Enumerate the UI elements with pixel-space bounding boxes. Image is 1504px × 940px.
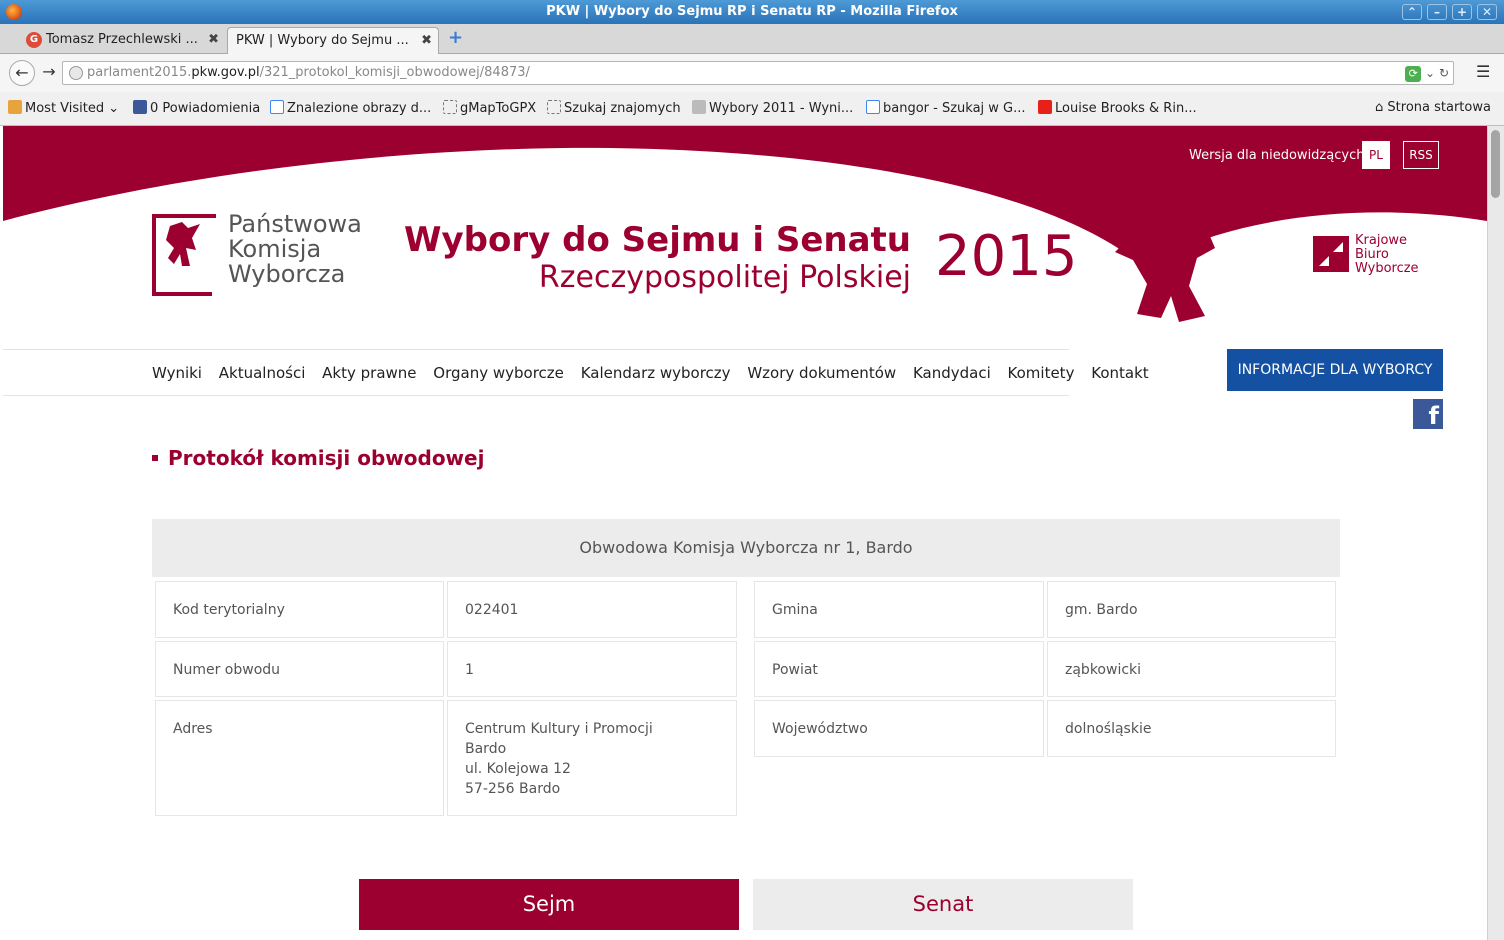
window-title: PKW | Wybory do Sejmu RP i Senatu RP - M… <box>546 4 958 19</box>
detail-label: Kod terytorialny <box>155 581 444 638</box>
bookmark-home[interactable]: ⌂ Strona startowa <box>1375 100 1491 115</box>
nav-wyniki[interactable]: Wyniki <box>152 364 202 382</box>
detail-value: dolnośląskie <box>1047 700 1336 757</box>
white-eagle-emblem <box>1115 178 1215 322</box>
rss-button[interactable]: RSS <box>1403 141 1439 169</box>
bookmark-gmaptogpx[interactable]: gMapToGPX <box>443 100 536 116</box>
sejm-button[interactable]: Sejm <box>359 879 739 930</box>
language-pl-button[interactable]: PL <box>1362 141 1390 169</box>
reload-icon[interactable]: ↻ <box>1439 66 1449 80</box>
hamburger-menu-icon[interactable]: ☰ <box>1476 64 1492 80</box>
tab-label: Tomasz Przechlewski ... <box>46 32 198 47</box>
bookmark-icon <box>443 100 457 114</box>
page-title: Protokół komisji obwodowej <box>152 446 484 470</box>
page-content: Wersja dla niedowidzących PL RSS Państwo… <box>3 126 1487 940</box>
address-value: Centrum Kultury i Promocji Bardo ul. Kol… <box>447 700 737 816</box>
sync-icon[interactable]: ⟳ <box>1405 65 1422 82</box>
nav-organy-wyborcze[interactable]: Organy wyborcze <box>433 364 564 382</box>
nav-kandydaci[interactable]: Kandydaci <box>913 364 991 382</box>
bookmark-szukaj[interactable]: Szukaj znajomych <box>547 100 681 116</box>
detail-label: Numer obwodu <box>155 641 444 697</box>
url-path: /321_protokol_komisji_obwodowej/84873/ <box>259 65 530 80</box>
close-window-icon[interactable]: ✕ <box>1477 4 1497 20</box>
tab-label: PKW | Wybory do Sejmu ... <box>236 33 409 48</box>
bookmark-louise[interactable]: Louise Brooks & Rin... <box>1038 100 1197 116</box>
bookmark-bangor[interactable]: bangor - Szukaj w G... <box>866 100 1026 116</box>
bookmark-icon <box>547 100 561 114</box>
detail-value: ząbkowicki <box>1047 641 1336 697</box>
maximize-icon[interactable]: + <box>1452 4 1472 20</box>
senat-button[interactable]: Senat <box>753 879 1133 930</box>
voter-info-button[interactable]: INFORMACJE DLA WYBORCY <box>1227 349 1443 391</box>
bookmark-wybory2011[interactable]: Wybory 2011 - Wyni... <box>692 100 853 116</box>
home-icon: ⌂ <box>1375 100 1384 115</box>
google-icon <box>866 100 880 114</box>
youtube-icon <box>1038 100 1052 114</box>
title-bullet <box>152 455 158 461</box>
globe-icon <box>69 66 83 80</box>
commission-header: Obwodowa Komisja Wyborcza nr 1, Bardo <box>152 519 1340 577</box>
election-subtitle: Rzeczypospolitej Polskiej <box>538 260 911 295</box>
close-tab-icon[interactable]: ✖ <box>208 27 219 52</box>
kbw-logo-text: Krajowe Biuro Wyborcze <box>1355 233 1419 276</box>
main-navigation: Wyniki Aktualności Akty prawne Organy wy… <box>152 364 1161 382</box>
nav-akty-prawne[interactable]: Akty prawne <box>322 364 416 382</box>
navigation-toolbar: ← → parlament2015.pkw.gov.pl/321_protoko… <box>0 54 1504 92</box>
detail-value: 022401 <box>447 581 737 638</box>
folder-icon <box>8 100 22 114</box>
url-domain: pkw.gov.pl <box>191 65 260 80</box>
election-year: 2015 <box>935 224 1078 289</box>
nav-divider-bottom <box>3 395 1069 396</box>
dropdown-arrow-icon[interactable]: ⌄ <box>1425 66 1435 80</box>
url-domain-prefix: parlament2015. <box>87 65 192 80</box>
close-tab-icon[interactable]: ✖ <box>421 28 432 53</box>
detail-value: gm. Bardo <box>1047 581 1336 638</box>
bookmark-znalezione[interactable]: Znalezione obrazy d... <box>270 100 431 116</box>
bookmark-powiadomienia[interactable]: 0 Powiadomienia <box>133 100 260 116</box>
nav-komitety[interactable]: Komitety <box>1008 364 1075 382</box>
detail-label: Gmina <box>754 581 1044 638</box>
back-icon[interactable]: ← <box>9 60 35 86</box>
google-icon <box>270 100 284 114</box>
nav-kalendarz-wyborczy[interactable]: Kalendarz wyborczy <box>581 364 731 382</box>
tab-tomasz[interactable]: G Tomasz Przechlewski ... ✖ <box>20 27 225 54</box>
accessibility-link[interactable]: Wersja dla niedowidzących <box>1189 148 1364 163</box>
forward-icon[interactable]: → <box>36 60 62 86</box>
pkw-icon <box>692 100 706 114</box>
tab-bar: G Tomasz Przechlewski ... ✖ PKW | Wybory… <box>0 24 1504 54</box>
new-tab-icon[interactable]: + <box>448 29 466 47</box>
detail-label: Adres <box>155 700 444 816</box>
google-plus-icon: G <box>26 32 42 48</box>
bookmarks-toolbar: Most Visited ⌄ 0 Powiadomienia Znalezion… <box>0 92 1504 126</box>
window-up-icon[interactable]: ⌃ <box>1402 4 1422 20</box>
detail-label: Województwo <box>754 700 1044 757</box>
nav-kontakt[interactable]: Kontakt <box>1091 364 1148 382</box>
nav-wzory-dokumentow[interactable]: Wzory dokumentów <box>747 364 896 382</box>
tab-pkw[interactable]: PKW | Wybory do Sejmu ... ✖ <box>227 27 439 54</box>
kbw-logo <box>1313 236 1349 272</box>
pkw-eagle-logo <box>152 214 216 296</box>
facebook-icon[interactable]: f <box>1413 399 1443 430</box>
scrollbar-thumb[interactable] <box>1491 130 1500 198</box>
election-title: Wybory do Sejmu i Senatu <box>404 220 911 260</box>
nav-divider-top <box>3 349 1069 350</box>
facebook-icon <box>133 100 147 114</box>
page-scrollbar[interactable] <box>1487 126 1504 940</box>
bookmark-most-visited[interactable]: Most Visited ⌄ <box>8 100 119 116</box>
nav-aktualnosci[interactable]: Aktualności <box>219 364 306 382</box>
detail-value: 1 <box>447 641 737 697</box>
detail-label: Powiat <box>754 641 1044 697</box>
window-titlebar: PKW | Wybory do Sejmu RP i Senatu RP - M… <box>0 0 1504 24</box>
minimize-icon[interactable]: – <box>1427 4 1447 20</box>
url-bar[interactable]: parlament2015.pkw.gov.pl/321_protokol_ko… <box>62 61 1454 85</box>
firefox-icon <box>6 4 22 20</box>
pkw-logo-text: Państwowa Komisja Wyborcza <box>228 210 362 288</box>
